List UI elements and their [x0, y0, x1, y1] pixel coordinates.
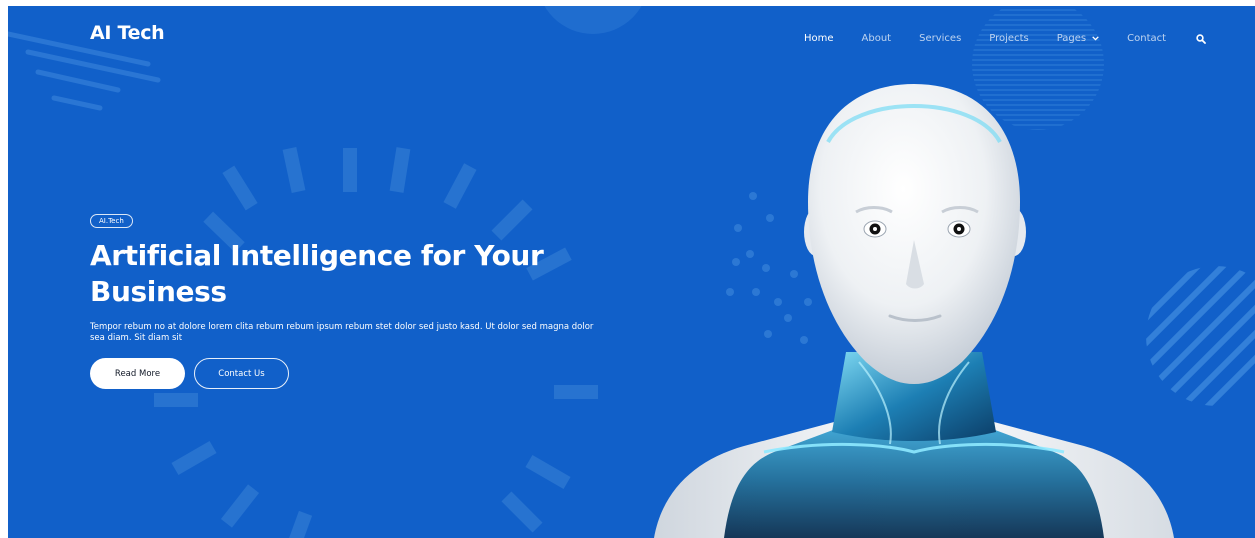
hero-description: Tempor rebum no at dolore lorem clita re… [90, 322, 594, 343]
search-icon[interactable] [1196, 29, 1206, 48]
hero-badge: AI.Tech [90, 214, 133, 228]
nav-link-pages[interactable]: Pages [1057, 33, 1099, 44]
hero-buttons: Read More Contact Us [90, 358, 630, 389]
navbar: AI Tech Home About Services Projects Pag… [8, 6, 1255, 66]
nav-link-contact[interactable]: Contact [1127, 33, 1166, 44]
brand-logo[interactable]: AI Tech [90, 22, 165, 44]
hero-title: Artificial Intelligence for Your Busines… [90, 239, 544, 308]
chevron-down-icon [1092, 33, 1099, 44]
read-more-button[interactable]: Read More [90, 358, 185, 389]
nav-link-projects[interactable]: Projects [989, 33, 1028, 44]
nav-menu: Home About Services Projects Pages Conta… [804, 28, 1206, 48]
hero-content: AI.Tech Artificial Intelligence for Your… [90, 208, 630, 389]
nav-link-pages-label: Pages [1056, 32, 1087, 44]
nav-link-home[interactable]: Home [804, 33, 834, 44]
contact-us-button[interactable]: Contact Us [194, 358, 289, 389]
robot-illustration [654, 84, 1174, 538]
nav-link-services[interactable]: Services [919, 33, 961, 44]
hero-section: AI Tech Home About Services Projects Pag… [8, 6, 1255, 538]
nav-link-about[interactable]: About [862, 33, 892, 44]
